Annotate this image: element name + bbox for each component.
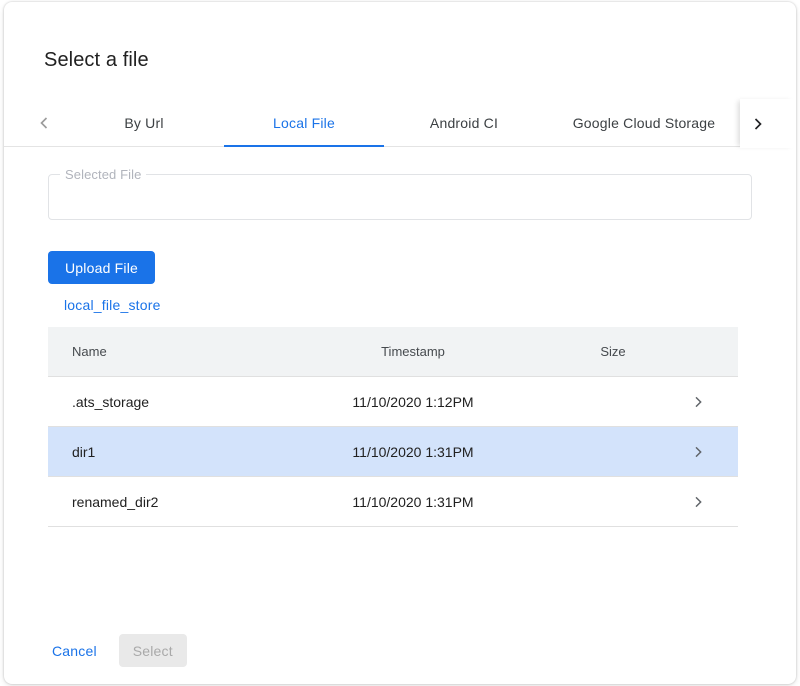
tab-google-cloud-storage[interactable]: Google Cloud Storage bbox=[544, 99, 744, 146]
tab-bar: By Url Local File Android CI Google Clou… bbox=[4, 99, 796, 147]
tabs-scroll-right-button[interactable] bbox=[740, 99, 796, 148]
tab-by-url[interactable]: By Url bbox=[64, 99, 224, 146]
chevron-left-icon bbox=[34, 113, 54, 133]
file-name: .ats_storage bbox=[48, 394, 288, 410]
selected-file-input[interactable] bbox=[49, 175, 751, 219]
file-name: dir1 bbox=[48, 444, 288, 460]
tabs-scroll-left-button[interactable] bbox=[24, 99, 64, 146]
chevron-right-icon bbox=[748, 114, 768, 134]
column-header-size: Size bbox=[538, 344, 688, 359]
cancel-button[interactable]: Cancel bbox=[44, 635, 105, 667]
select-file-dialog: Select a file By Url Local File Android … bbox=[4, 2, 796, 684]
file-timestamp: 11/10/2020 1:31PM bbox=[288, 444, 538, 460]
select-button[interactable]: Select bbox=[119, 634, 187, 667]
tab-panel-local-file: Selected File Upload File local_file_sto… bbox=[4, 174, 796, 667]
column-header-timestamp: Timestamp bbox=[288, 344, 538, 359]
tab-local-file[interactable]: Local File bbox=[224, 99, 384, 146]
table-row-dir1[interactable]: dir1 11/10/2020 1:31PM bbox=[48, 427, 738, 477]
selected-file-field: Selected File bbox=[48, 174, 752, 220]
row-chevron-right-icon[interactable] bbox=[690, 394, 706, 410]
row-chevron-right-icon[interactable] bbox=[690, 444, 706, 460]
table-header-row: Name Timestamp Size bbox=[48, 327, 738, 377]
upload-file-button[interactable]: Upload File bbox=[48, 251, 155, 284]
selected-file-label: Selected File bbox=[60, 167, 146, 182]
dialog-title: Select a file bbox=[4, 2, 796, 72]
file-timestamp: 11/10/2020 1:31PM bbox=[288, 494, 538, 510]
row-chevron-right-icon[interactable] bbox=[690, 494, 706, 510]
column-header-name: Name bbox=[48, 344, 288, 359]
breadcrumb-local-file-store[interactable]: local_file_store bbox=[64, 297, 161, 313]
file-table: Name Timestamp Size .ats_storage 11/10/2… bbox=[48, 327, 738, 527]
file-name: renamed_dir2 bbox=[48, 494, 288, 510]
table-row-renamed-dir2[interactable]: renamed_dir2 11/10/2020 1:31PM bbox=[48, 477, 738, 527]
tab-android-ci[interactable]: Android CI bbox=[384, 99, 544, 146]
dialog-footer: Cancel Select bbox=[44, 634, 752, 667]
file-timestamp: 11/10/2020 1:12PM bbox=[288, 394, 538, 410]
table-row-ats-storage[interactable]: .ats_storage 11/10/2020 1:12PM bbox=[48, 377, 738, 427]
